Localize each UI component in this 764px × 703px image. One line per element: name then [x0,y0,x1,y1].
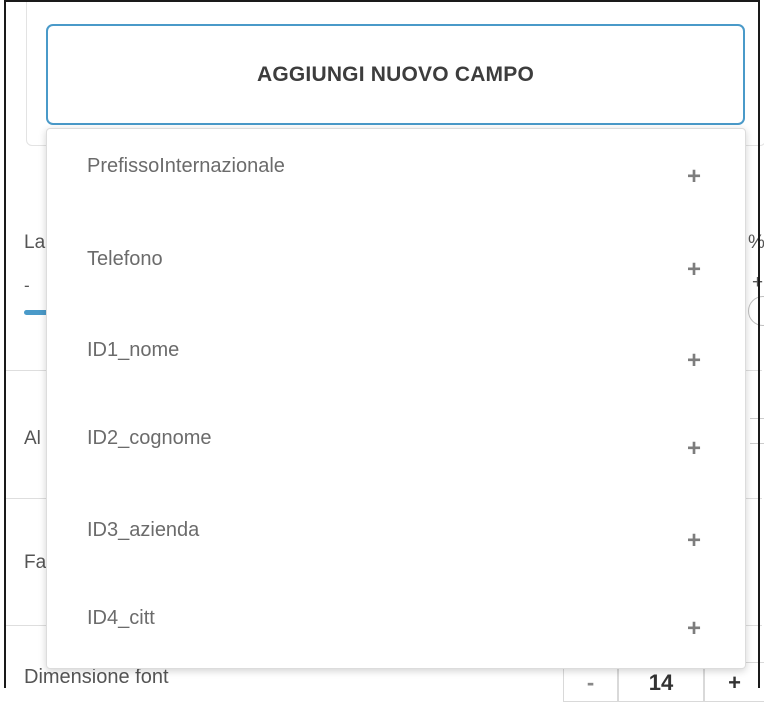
width-unit: % [748,232,764,253]
dropdown-item-label: ID1_nome [87,339,180,361]
dropdown-item-label: PrefissoInternazionale [87,155,285,177]
align-label: Al [24,428,41,449]
plus-icon[interactable]: + [687,527,701,555]
dropdown-item-id4-citt[interactable]: ID4_citt + [47,607,745,695]
add-new-field-button[interactable]: AGGIUNGI NUOVO CAMPO [46,24,745,125]
dropdown-item-prefisso-internazionale[interactable]: PrefissoInternazionale + [47,155,745,243]
plus-icon[interactable]: + [687,615,701,643]
field-dropdown-menu: PrefissoInternazionale + Telefono + ID1_… [46,128,746,669]
plus-icon[interactable]: + [687,163,701,191]
plus-icon[interactable]: + [687,347,701,375]
width-plus[interactable]: + [752,272,763,294]
dropdown-item-label: ID3_azienda [87,519,200,541]
width-slider-handle[interactable] [748,296,764,326]
dropdown-item-label: Telefono [87,248,163,270]
dropdown-item-id2-cognome[interactable]: ID2_cognome + [47,427,745,515]
dropdown-item-id3-azienda[interactable]: ID3_azienda + [47,519,745,607]
dropdown-item-label: ID2_cognome [87,427,212,449]
dropdown-item-telefono[interactable]: Telefono + [47,248,745,336]
font-family-label: Fa [24,552,47,573]
width-minus[interactable]: - [24,276,30,296]
plus-icon[interactable]: + [687,435,701,463]
plus-icon[interactable]: + [687,256,701,284]
align-control[interactable] [750,418,764,444]
width-label: La [24,232,46,253]
dropdown-item-label: ID4_citt [87,607,155,629]
dropdown-item-id1-nome[interactable]: ID1_nome + [47,339,745,427]
